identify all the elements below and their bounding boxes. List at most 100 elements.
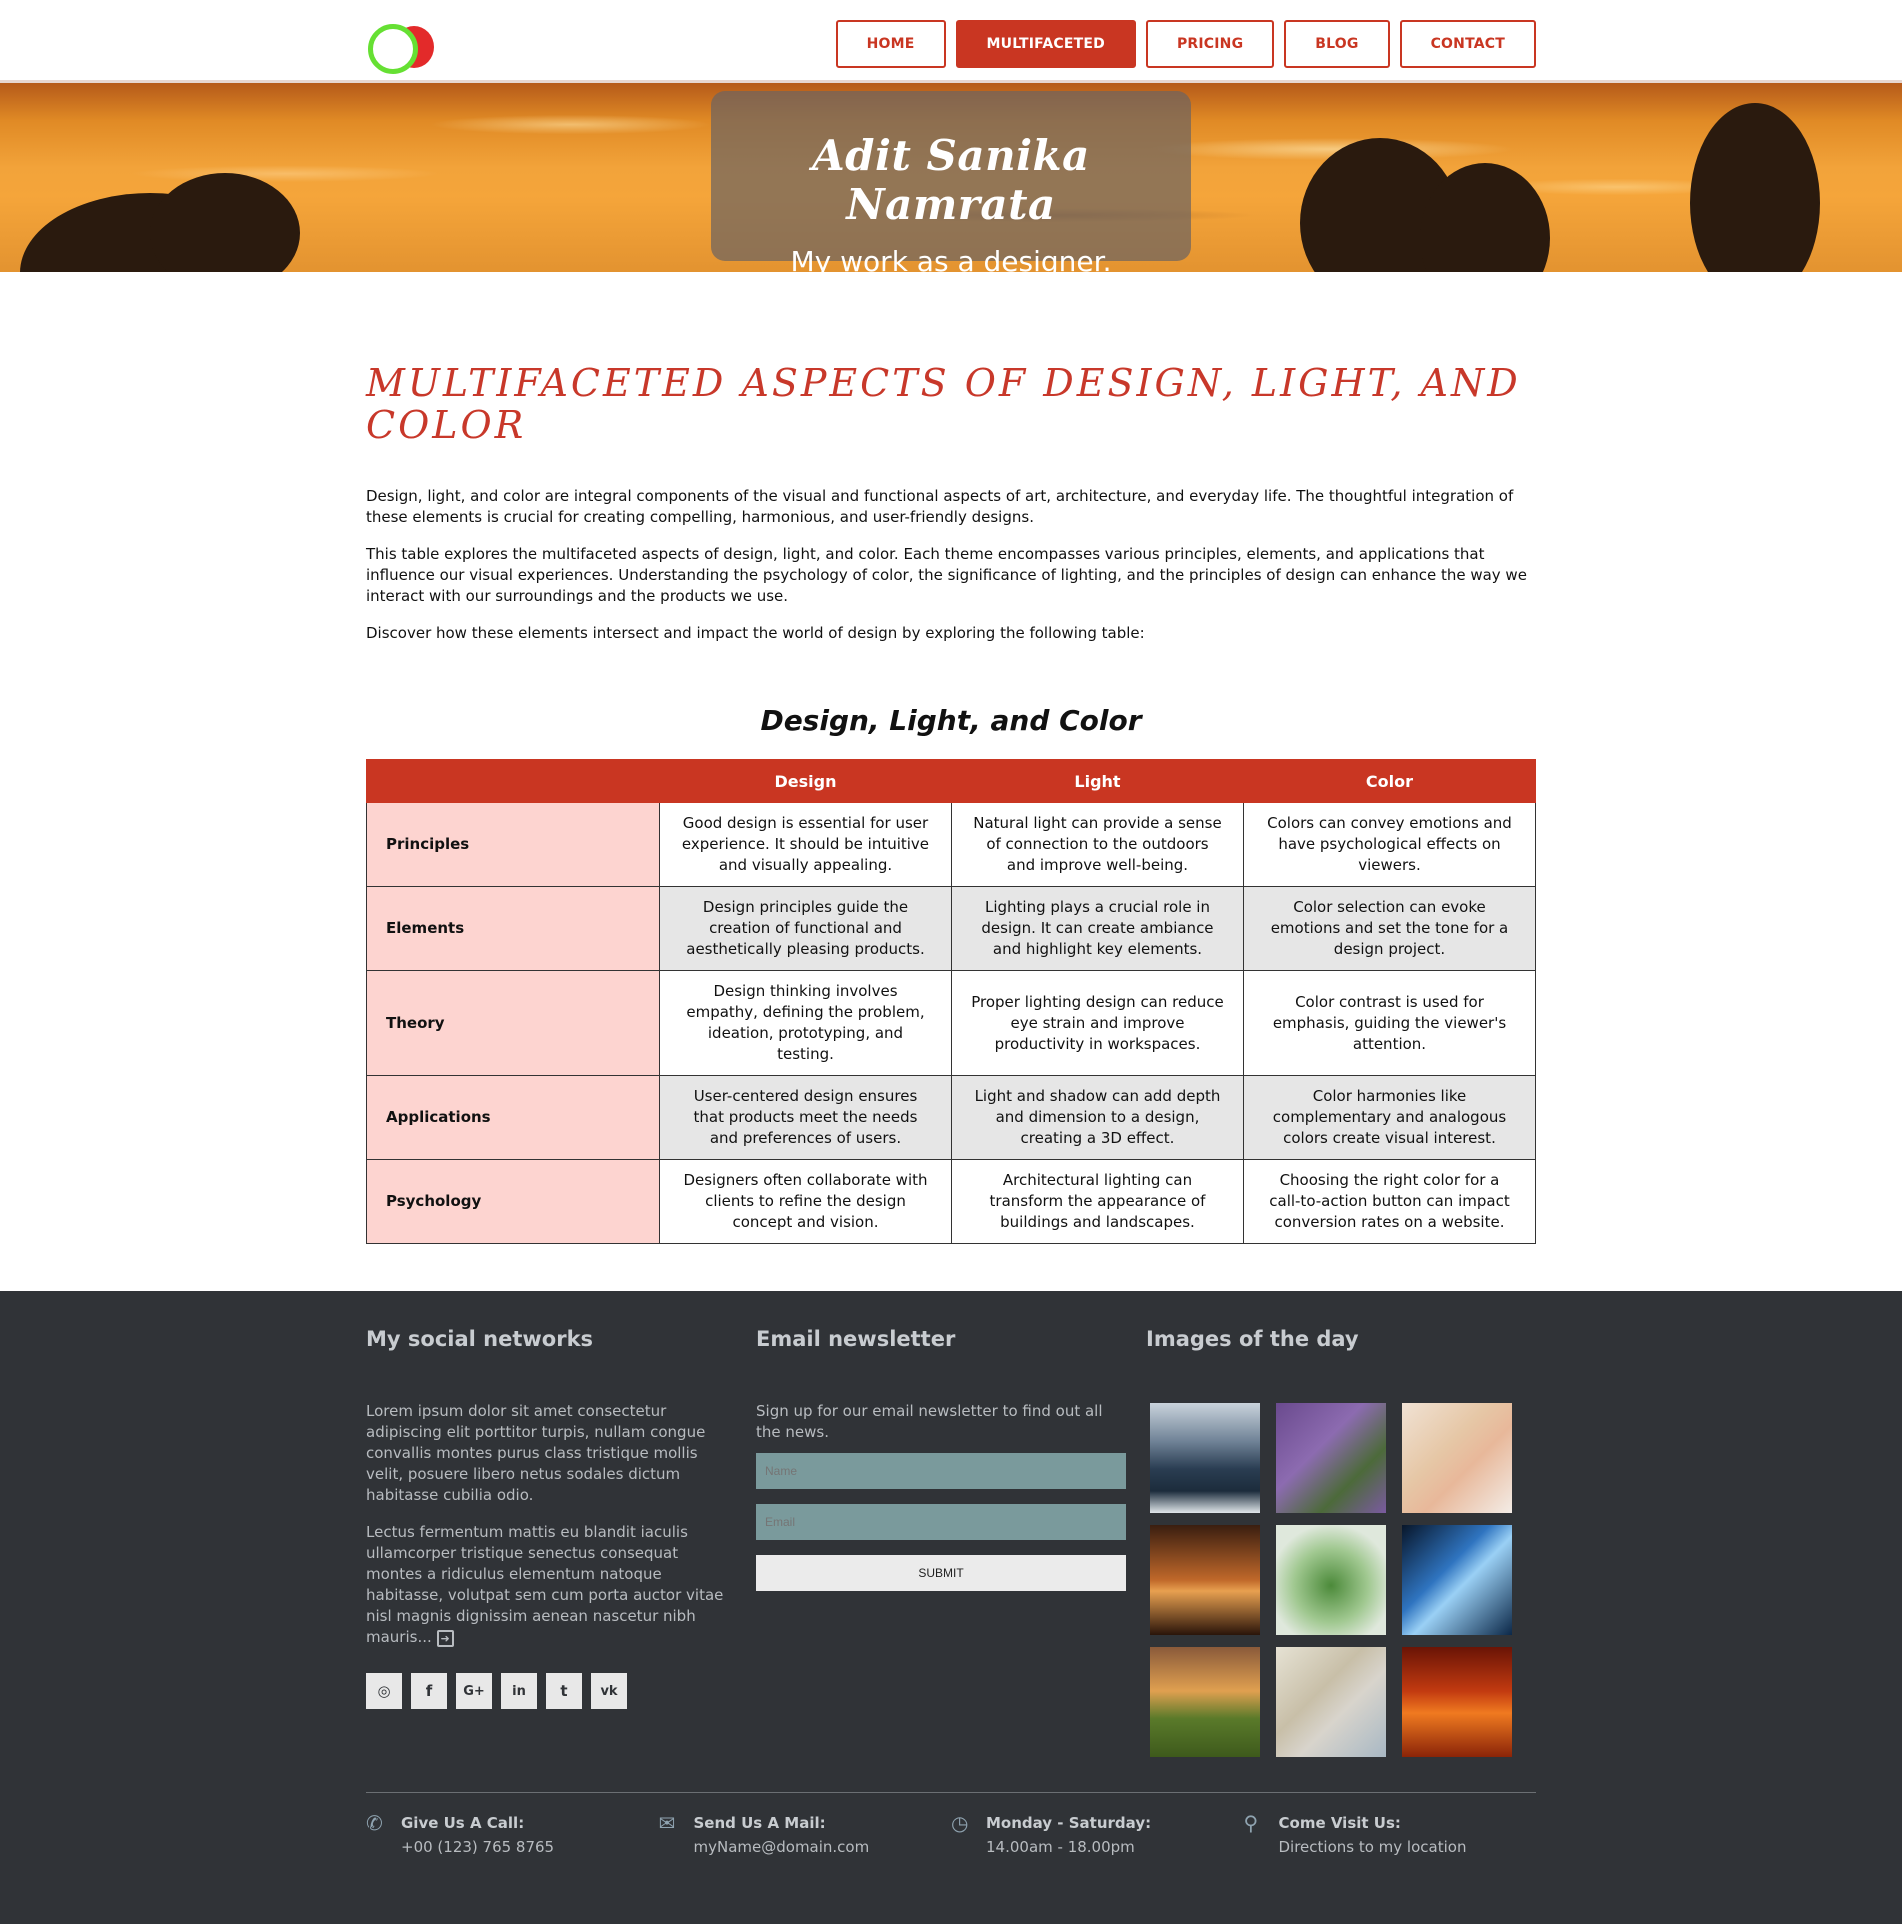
intro-paragraph: This table explores the multifaceted asp… (366, 545, 1527, 605)
newsletter-submit-button[interactable]: SUBMIT (756, 1555, 1126, 1591)
newsletter-name-input[interactable] (756, 1453, 1126, 1489)
table-cell: User-centered design ensures that produc… (659, 1075, 952, 1160)
hero-subtitle: My work as a designer. (790, 245, 1112, 272)
table-title: Design, Light, and Color (760, 704, 1142, 737)
contact-value[interactable]: +00 (123) 765 8765 (401, 1838, 554, 1856)
row-label: Theory (366, 970, 660, 1076)
newsletter-text: Sign up for our email newsletter to find… (756, 1402, 1103, 1441)
envelope-icon: ✉ (658, 1811, 676, 1835)
logo-green-circle (368, 24, 418, 74)
table-row: Theory Design thinking involves empathy,… (366, 970, 1537, 1076)
image-sea[interactable] (1150, 1403, 1260, 1513)
site-header: HOME MULTIFACETED PRICING BLOG CONTACT (0, 0, 1902, 83)
image-building[interactable] (1276, 1647, 1386, 1757)
row-label: Psychology (366, 1159, 660, 1244)
table-row: Applications User-centered design ensure… (366, 1075, 1537, 1160)
image-gallery (1150, 1403, 1536, 1757)
contact-location: ⚲ Come Visit Us: Directions to my locatio… (1244, 1811, 1537, 1859)
social-icons: ◎ f G+ in t vk (366, 1673, 756, 1709)
table-cell: Colors can convey emotions and have psyc… (1242, 802, 1537, 887)
contact-label: Give Us A Call: (401, 1814, 525, 1832)
hero-banner: Adit Sanika Namrata My work as a designe… (0, 83, 1902, 272)
image-field-sunset[interactable] (1150, 1647, 1260, 1757)
contact-mail: ✉ Send Us A Mail: myName@domain.com (659, 1811, 952, 1859)
table-cell: Proper lighting design can reduce eye st… (950, 970, 1244, 1076)
design-light-color-table: Design Light Color Principles Good desig… (366, 759, 1537, 1244)
hero-title: Adit Sanika Namrata (812, 131, 1090, 229)
footer-social-column: My social networks Lorem ipsum dolor sit… (366, 1327, 756, 1757)
footer-contact-bar: ✆ Give Us A Call: +00 (123) 765 8765 ✉ Se… (366, 1792, 1536, 1859)
contact-label: Send Us A Mail: (693, 1814, 826, 1832)
social-heading: My social networks (366, 1327, 594, 1351)
table-header-row: Design Light Color (366, 759, 1537, 803)
row-label: Principles (366, 802, 660, 887)
contact-hours: ◷ Monday - Saturday: 14.00am - 18.00pm (951, 1811, 1244, 1859)
intro-paragraph: Design, light, and color are integral co… (366, 487, 1514, 526)
images-heading: Images of the day (1146, 1327, 1359, 1351)
table-cell: Color harmonies like complementary and a… (1242, 1075, 1537, 1160)
table-cell: Light and shadow can add depth and dimen… (950, 1075, 1244, 1160)
table-header-color: Color (1242, 759, 1537, 803)
image-desk-phone[interactable] (1402, 1403, 1512, 1513)
social-paragraph: Lorem ipsum dolor sit amet consectetur a… (366, 1402, 706, 1504)
twitter-icon[interactable]: t (546, 1673, 582, 1709)
row-label: Applications (366, 1075, 660, 1160)
page-title: MULTIFACETED ASPECTS OF DESIGN, LIGHT, A… (366, 361, 1521, 447)
nav-blog[interactable]: BLOG (1284, 20, 1390, 68)
table-row: Principles Good design is essential for … (366, 802, 1537, 887)
dribbble-icon[interactable]: ◎ (366, 1673, 402, 1709)
table-cell: Design thinking involves empathy, defini… (659, 970, 952, 1076)
image-light-trails[interactable] (1402, 1525, 1512, 1635)
table-cell: Designers often collaborate with clients… (659, 1159, 952, 1244)
table-header-blank (366, 759, 660, 803)
clock-icon: ◷ (951, 1811, 969, 1835)
table-cell: Color contrast is used for emphasis, gui… (1242, 970, 1537, 1076)
arrow-right-square-icon[interactable]: ➜ (436, 1630, 454, 1647)
newsletter-heading: Email newsletter (756, 1327, 956, 1351)
table-cell: Good design is essential for user experi… (659, 802, 952, 887)
image-red-sky[interactable] (1402, 1647, 1512, 1757)
table-cell: Natural light can provide a sense of con… (950, 802, 1244, 887)
social-paragraph-2: Lectus fermentum mattis eu blandit iacul… (366, 1522, 736, 1649)
phone-icon: ✆ (366, 1811, 383, 1835)
table-header-light: Light (950, 759, 1244, 803)
map-pin-icon: ⚲ (1243, 1811, 1259, 1835)
footer-images-column: Images of the day (1146, 1327, 1536, 1757)
google-plus-icon[interactable]: G+ (456, 1673, 492, 1709)
table-cell: Choosing the right color for a call-to-a… (1242, 1159, 1537, 1244)
intro-text: Design, light, and color are integral co… (366, 486, 1536, 644)
nav-multifaceted[interactable]: MULTIFACETED (955, 20, 1136, 68)
table-cell: Design principles guide the creation of … (659, 886, 952, 971)
facebook-icon[interactable]: f (411, 1673, 447, 1709)
image-lavender[interactable] (1276, 1403, 1386, 1513)
main-content: MULTIFACETED ASPECTS OF DESIGN, LIGHT, A… (366, 361, 1537, 1244)
overlapping-circles-logo[interactable] (366, 22, 438, 74)
contact-value[interactable]: Directions to my location (1279, 1838, 1467, 1856)
image-forest-sunset[interactable] (1150, 1525, 1260, 1635)
contact-phone: ✆ Give Us A Call: +00 (123) 765 8765 (366, 1811, 659, 1859)
contact-value[interactable]: myName@domain.com (694, 1838, 870, 1856)
contact-value: 14.00am - 18.00pm (986, 1838, 1135, 1856)
linkedin-icon[interactable]: in (501, 1673, 537, 1709)
row-label: Elements (366, 886, 660, 971)
table-row: Elements Design principles guide the cre… (366, 886, 1537, 971)
table-header-design: Design (659, 759, 952, 803)
newsletter-email-input[interactable] (756, 1504, 1126, 1540)
site-footer: My social networks Lorem ipsum dolor sit… (0, 1291, 1902, 1924)
nav-home[interactable]: HOME (835, 20, 946, 68)
table-cell: Architectural lighting can transform the… (950, 1159, 1244, 1244)
main-nav: HOME MULTIFACETED PRICING BLOG CONTACT (835, 20, 1536, 68)
footer-newsletter-column: Email newsletter Sign up for our email n… (756, 1327, 1146, 1757)
nav-contact[interactable]: CONTACT (1399, 20, 1536, 68)
contact-label: Monday - Saturday: (986, 1814, 1152, 1832)
hero-card: Adit Sanika Namrata My work as a designe… (711, 91, 1191, 272)
vk-icon[interactable]: vk (591, 1673, 627, 1709)
table-row: Psychology Designers often collaborate w… (366, 1159, 1537, 1244)
intro-paragraph: Discover how these elements intersect an… (366, 624, 1145, 642)
image-terrarium[interactable] (1276, 1525, 1386, 1635)
table-cell: Lighting plays a crucial role in design.… (950, 886, 1244, 971)
social-paragraph-text: Lectus fermentum mattis eu blandit iacul… (366, 1523, 724, 1646)
contact-label: Come Visit Us: (1278, 1814, 1401, 1832)
table-cell: Color selection can evoke emotions and s… (1242, 886, 1537, 971)
nav-pricing[interactable]: PRICING (1145, 20, 1275, 68)
